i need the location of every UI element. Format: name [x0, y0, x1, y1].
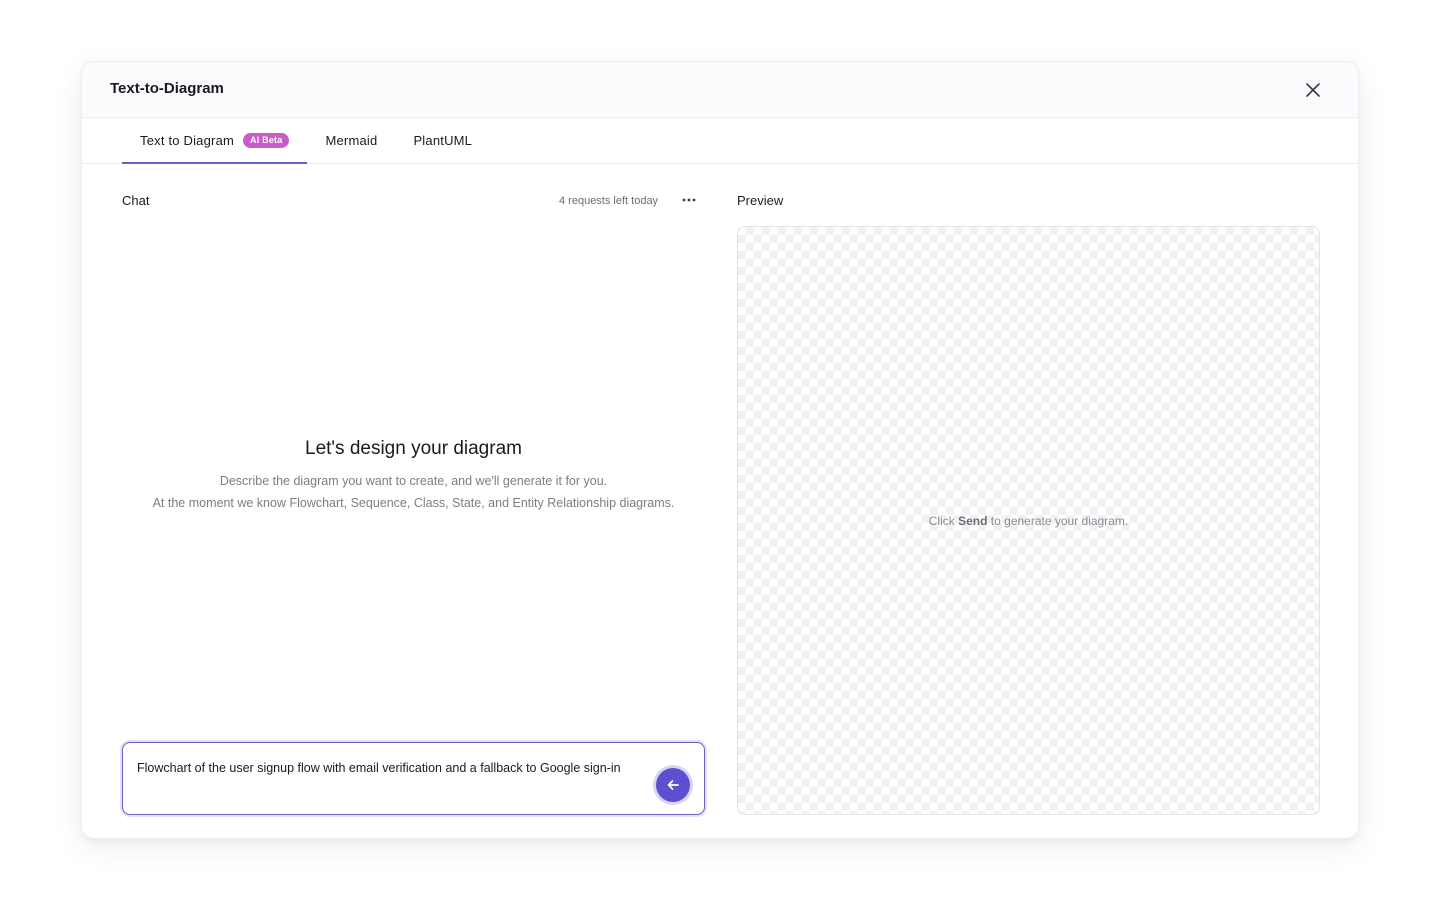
chat-empty-state: Let's design your diagram Describe the d… [122, 438, 705, 514]
tab-mermaid[interactable]: Mermaid [307, 118, 395, 163]
tab-bar: Text to Diagram AI Beta Mermaid PlantUML [82, 118, 1358, 164]
empty-state-line-2: At the moment we know Flowchart, Sequenc… [152, 496, 675, 510]
chat-heading: Chat [122, 193, 150, 208]
arrow-left-icon [667, 780, 679, 790]
tab-label: Text to Diagram [140, 133, 235, 148]
dialog-title: Text-to-Diagram [110, 80, 224, 97]
requests-left-counter: 4 requests left today [559, 195, 659, 207]
empty-state-title: Let's design your diagram [305, 438, 522, 459]
send-button[interactable] [656, 768, 690, 802]
preview-hint: Click Send to generate your diagram. [738, 514, 1319, 528]
prompt-input-container [122, 742, 705, 815]
close-icon [1306, 83, 1320, 97]
ai-beta-badge: AI Beta [243, 133, 290, 148]
empty-state-description: Describe the diagram you want to create,… [122, 470, 705, 514]
empty-state-line-1: Describe the diagram you want to create,… [219, 474, 608, 488]
preview-hint-send: Send [958, 514, 988, 528]
tab-text-to-diagram[interactable]: Text to Diagram AI Beta [122, 118, 308, 164]
preview-heading: Preview [737, 193, 784, 208]
close-button[interactable] [1302, 79, 1324, 101]
more-horizontal-icon [682, 198, 696, 202]
tab-label: Mermaid [325, 133, 378, 148]
dialog-header: Text-to-Diagram [82, 62, 1358, 118]
text-to-diagram-dialog: Text-to-Diagram Text to Diagram AI Beta … [81, 61, 1359, 839]
tab-label: PlantUML [413, 133, 473, 148]
preview-hint-suffix: to generate your diagram. [990, 514, 1129, 528]
preview-hint-prefix: Click [928, 514, 955, 528]
prompt-input[interactable] [137, 753, 647, 803]
tab-plantuml[interactable]: PlantUML [395, 118, 490, 163]
chat-menu-button[interactable] [680, 192, 698, 208]
preview-canvas: Click Send to generate your diagram. [737, 226, 1320, 815]
